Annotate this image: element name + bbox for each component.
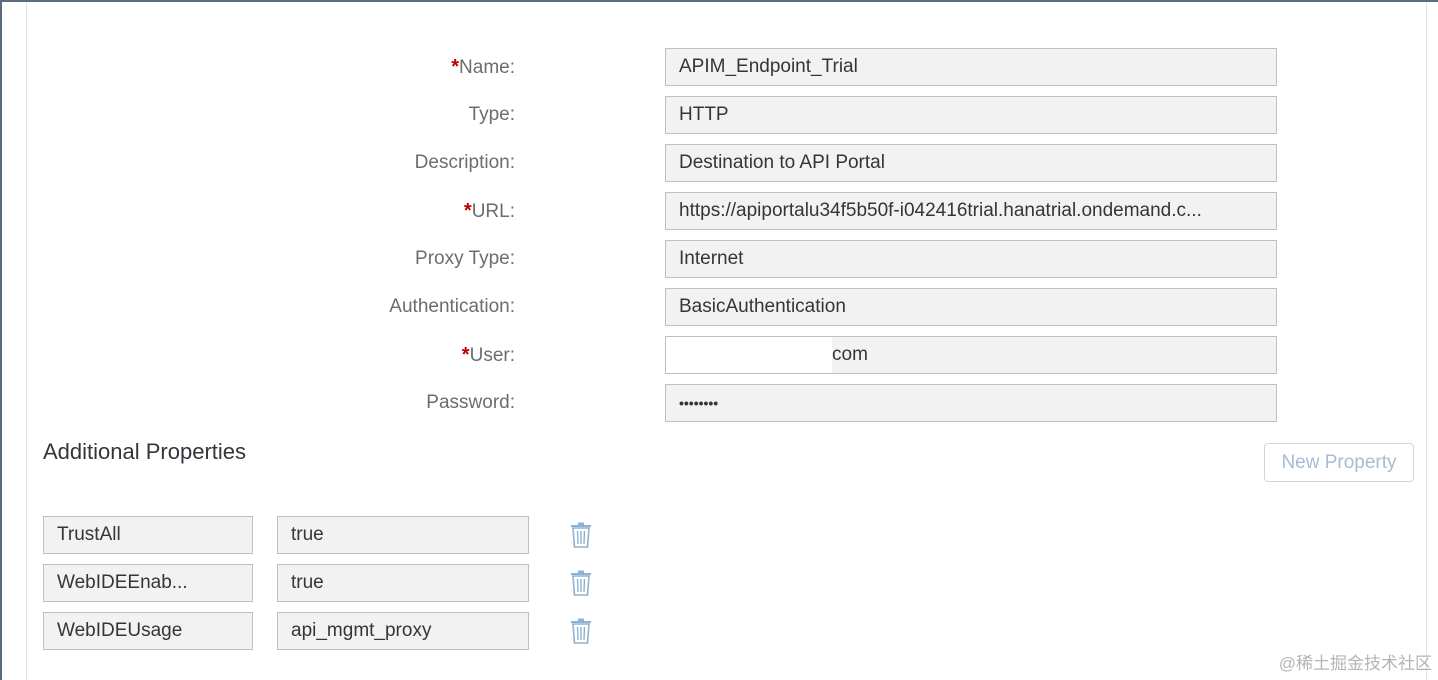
authentication-label: Authentication:	[389, 296, 515, 317]
additional-properties-title: Additional Properties	[43, 439, 247, 464]
user-label: *User:	[461, 344, 515, 366]
property-value-field[interactable]: api_mgmt_proxy	[277, 612, 529, 650]
type-label: Type:	[468, 104, 515, 125]
property-key-field[interactable]: WebIDEUsage	[43, 612, 253, 650]
required-marker: *	[461, 344, 470, 366]
form-row-type: Type: HTTP	[0, 95, 1300, 135]
form-row-authentication: Authentication: BasicAuthentication	[0, 287, 1300, 327]
type-field[interactable]: HTTP	[665, 96, 1277, 134]
destination-editor: *Name: APIM_Endpoint_Trial Type: HTTP De…	[0, 0, 1438, 680]
name-field[interactable]: APIM_Endpoint_Trial	[665, 48, 1277, 86]
form-row-description: Description: Destination to API Portal	[0, 143, 1300, 183]
trash-icon[interactable]	[569, 570, 593, 596]
watermark: @稀土掘金技术社区	[1278, 654, 1432, 673]
form-row-url: *URL: https://apiportalu34f5b50f-i042416…	[0, 191, 1300, 231]
form-row-user: *User: com	[0, 335, 1300, 375]
right-divider	[1426, 2, 1427, 680]
property-value-field[interactable]: true	[277, 516, 529, 554]
required-marker: *	[451, 56, 460, 78]
property-key-field[interactable]: WebIDEEnab...	[43, 564, 253, 602]
proxy-type-field[interactable]: Internet	[665, 240, 1277, 278]
trash-icon[interactable]	[569, 522, 593, 548]
name-label: *Name:	[451, 56, 515, 78]
user-field-visible-text: com	[832, 344, 868, 365]
password-label: Password:	[426, 392, 515, 413]
property-row: WebIDEUsage api_mgmt_proxy	[0, 611, 700, 651]
description-field[interactable]: Destination to API Portal	[665, 144, 1277, 182]
property-row: WebIDEEnab... true	[0, 563, 700, 603]
url-label: *URL:	[463, 200, 515, 222]
form-row-name: *Name: APIM_Endpoint_Trial	[0, 47, 1300, 87]
form-row-password: Password: ••••••••	[0, 383, 1300, 423]
trash-icon[interactable]	[569, 618, 593, 644]
url-field[interactable]: https://apiportalu34f5b50f-i042416trial.…	[665, 192, 1277, 230]
authentication-field[interactable]: BasicAuthentication	[665, 288, 1277, 326]
property-key-field[interactable]: TrustAll	[43, 516, 253, 554]
top-border	[0, 0, 1438, 2]
redacted-user-mask	[666, 337, 832, 373]
property-row: TrustAll true	[0, 515, 700, 555]
new-property-button[interactable]: New Property	[1264, 443, 1414, 482]
form-row-proxy-type: Proxy Type: Internet	[0, 239, 1300, 279]
property-value-field[interactable]: true	[277, 564, 529, 602]
description-label: Description:	[414, 152, 515, 173]
password-field[interactable]: ••••••••	[665, 384, 1277, 422]
required-marker: *	[463, 200, 472, 222]
proxy-type-label: Proxy Type:	[415, 248, 515, 269]
